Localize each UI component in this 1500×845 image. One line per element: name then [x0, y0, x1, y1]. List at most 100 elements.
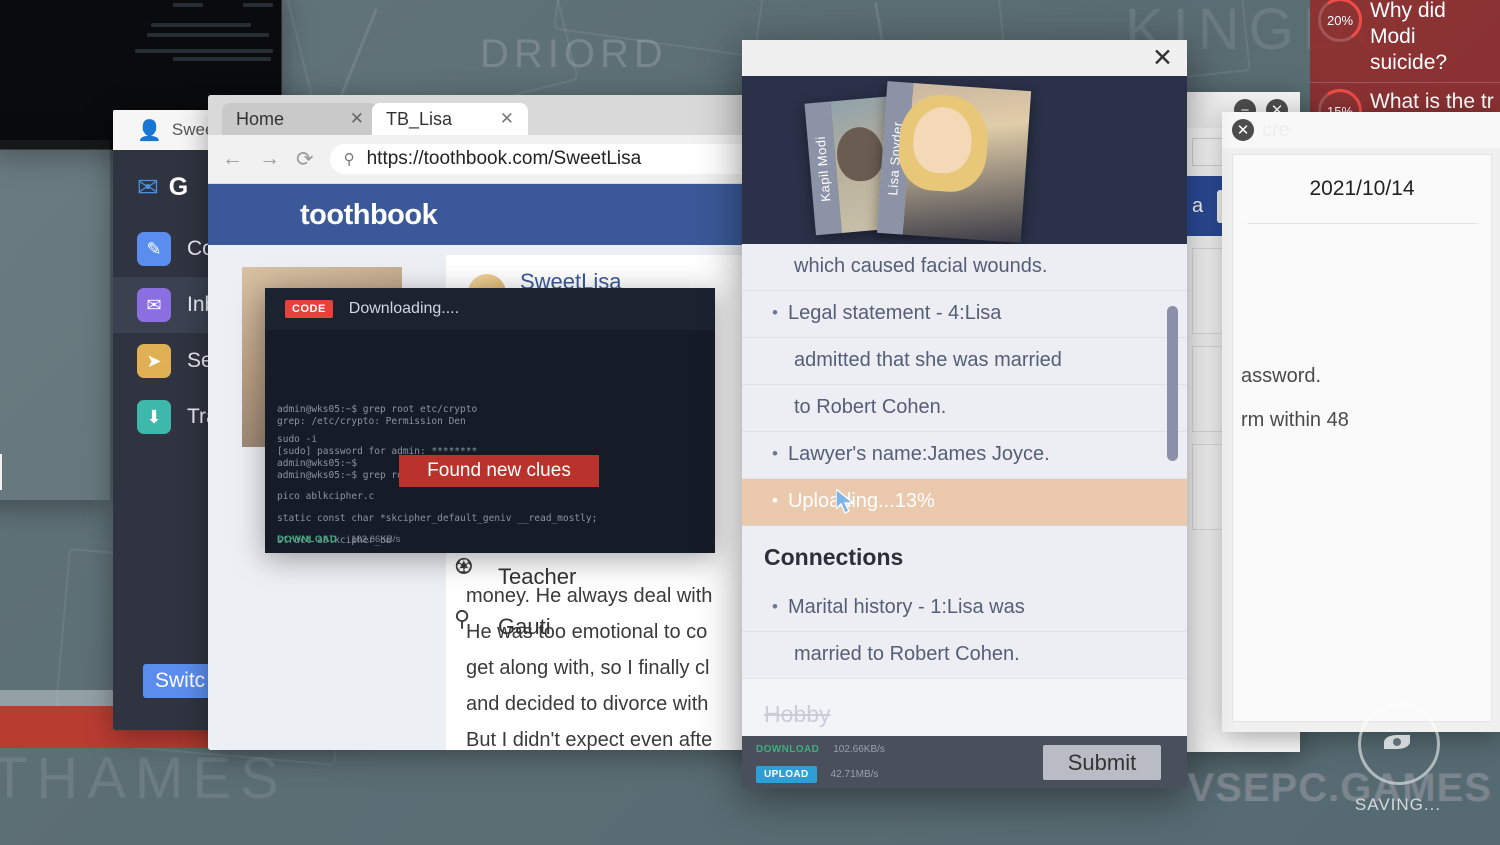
progress-dial: 20% — [1318, 0, 1362, 42]
download-speed: 102.66KB/s — [833, 744, 885, 755]
browser-tabstrip: Home ✕ TB_Lisa ✕ — [208, 95, 768, 135]
download-terminal-popup[interactable]: CODE Downloading.... admin@wks05:~$ grep… — [265, 288, 715, 553]
terminal-line — [135, 49, 273, 53]
clue-row[interactable]: • Lawyer's name:James Joyce. — [742, 432, 1187, 479]
clue-row[interactable]: which caused facial wounds. — [742, 244, 1187, 291]
address-bar[interactable]: ⚲ https://toothbook.com/SweetLisa — [329, 144, 754, 174]
location-person-icon[interactable]: ⚲ — [454, 606, 474, 632]
clue-text: Lawyer's name:James Joyce. — [787, 443, 1050, 465]
inbox-icon: ✉ — [137, 288, 171, 322]
tool-window-partial-label: a — [1192, 194, 1204, 217]
person-label: Gauti — [498, 614, 551, 639]
bullet-icon: • — [772, 303, 778, 322]
search-icon: ⚲ — [343, 151, 355, 168]
clue-row[interactable]: to Robert Cohen. — [742, 385, 1187, 432]
reload-icon[interactable]: ⟳ — [296, 147, 314, 172]
clue-list-scrollbar[interactable] — [1167, 306, 1178, 461]
map-label-thames: THAMES — [0, 746, 288, 811]
forward-icon[interactable]: → — [259, 147, 280, 171]
quiz-question: Why did Modi suicide? — [1370, 0, 1448, 74]
tab-label: TB_Lisa — [386, 108, 453, 129]
person-gauti[interactable]: Gauti — [498, 614, 551, 640]
person-label: Teacher — [498, 564, 577, 589]
clue-text: which caused facial wounds. — [794, 255, 1048, 277]
site-watermark: VSEPC.GAMES — [1187, 766, 1492, 810]
left-document-window[interactable]: d of ransom agencies, ce tion systems . … — [0, 140, 110, 500]
tab-home[interactable]: Home ✕ — [222, 103, 378, 135]
back-icon[interactable]: ← — [222, 147, 243, 171]
left-document-close-button[interactable]: o close — [0, 454, 2, 490]
post-line: But I didn't expect even afte — [466, 729, 713, 750]
clue-photo-strip: Kapil Modi Lisa Snyder — [742, 76, 1187, 244]
download-speed: 102.66KB/s — [351, 534, 401, 545]
left-document-line: d of ransom — [0, 148, 110, 187]
close-icon[interactable]: ✕ — [500, 109, 514, 129]
person-teacher[interactable]: Teacher — [498, 564, 576, 590]
submit-button[interactable]: Submit — [1043, 745, 1161, 780]
address-bar-value: https://toothbook.com/SweetLisa — [366, 148, 642, 169]
right-document-line: rm within 48 — [1241, 409, 1349, 431]
upload-speed: 42.71MB/s — [830, 769, 879, 780]
switch-account-button[interactable]: Switc — [143, 664, 218, 698]
download-terminal-body: admin@wks05:~$ grep root etc/crypto grep… — [265, 330, 715, 553]
clue-list[interactable]: which caused facial wounds. • Legal stat… — [742, 244, 1187, 736]
photo-card-lisa-snyder[interactable]: Lisa Snyder — [876, 81, 1032, 243]
left-document-line: tion systems — [0, 226, 110, 265]
terminal-line: admin@wks05:~$ — [277, 458, 358, 469]
upload-label: UPLOAD — [756, 766, 817, 783]
terminal-line: admin@wks05:~$ grep root etc/crypto — [277, 404, 478, 415]
left-document-line: s also crash — [0, 304, 110, 343]
terminal-line — [147, 33, 269, 37]
upload-progress-text: Uploading...13% — [787, 490, 935, 512]
photo-name: Kapil Modi — [812, 134, 834, 202]
clue-row[interactable]: • Legal statement - 4:Lisa — [742, 291, 1187, 338]
tie-icon[interactable]: ♼ — [454, 554, 474, 580]
right-document-date: 2021/10/14 — [1309, 177, 1415, 200]
clue-row[interactable]: admitted that she was married — [742, 338, 1187, 385]
terminal-line: static const char *skcipher_default_geni… — [277, 513, 598, 524]
close-icon[interactable]: ✕ — [350, 109, 364, 129]
tab-tb-lisa[interactable]: TB_Lisa ✕ — [372, 103, 528, 135]
terminal-line: pico ablkcipher.c — [277, 491, 375, 502]
left-document-line: . The server — [0, 265, 110, 304]
connection-text: Marital history - 1:Lisa was — [787, 596, 1025, 618]
terminal-line — [151, 23, 251, 27]
section-connections: Connections — [742, 526, 1187, 585]
sent-icon: ➤ — [137, 344, 171, 378]
left-document-lines: d of ransom agencies, ce tion systems . … — [0, 140, 110, 382]
close-icon[interactable]: ✕ — [1232, 119, 1254, 141]
tab-label: Home — [236, 108, 285, 129]
connection-text: married to Robert Cohen. — [794, 643, 1020, 665]
terminal-line — [243, 3, 273, 7]
download-status-text: Downloading.... — [348, 300, 460, 317]
eye-icon — [1384, 735, 1410, 749]
clue-text: to Robert Cohen. — [794, 396, 947, 418]
connection-row[interactable]: • Marital history - 1:Lisa was — [742, 585, 1187, 632]
found-new-clues-banner: Found new clues — [399, 455, 599, 487]
post-line: get along with, so I finally cl — [466, 657, 710, 679]
browser-toolbar: ← → ⟳ ⚲ https://toothbook.com/SweetLisa — [208, 135, 768, 184]
terminal-line — [173, 57, 271, 61]
close-icon[interactable]: ✕ — [1152, 45, 1173, 71]
left-document-line: agencies, ce — [0, 187, 110, 226]
download-label: DOWNLOAD — [277, 534, 338, 545]
clue-dialog-statusbar: DOWNLOAD 102.66KB/s UPLOAD 42.71MB/s Sub… — [742, 736, 1187, 788]
bullet-icon: • — [772, 491, 778, 510]
connection-row[interactable]: married to Robert Cohen. — [742, 632, 1187, 679]
download-status-row: DOWNLOAD 102.66KB/s — [277, 534, 400, 545]
download-status-row: DOWNLOAD 102.66KB/s — [756, 744, 885, 755]
right-document-sheet: 2021/10/14 assword. rm within 48 — [1232, 154, 1492, 722]
clue-dialog-titlebar: ✕ — [742, 40, 1187, 76]
bullet-icon: • — [772, 444, 778, 463]
user-icon: 👤 — [137, 119, 162, 142]
bullet-icon: • — [772, 597, 778, 616]
clue-text: Legal statement - 4:Lisa — [787, 302, 1002, 324]
right-document-titlebar: ✕ cre — [1222, 112, 1500, 148]
left-document-line: ckup produ — [0, 343, 110, 382]
code-badge: CODE — [285, 300, 333, 318]
quiz-item[interactable]: 20% Why did Modi suicide? — [1310, 0, 1500, 83]
map-label-driord: DRIORD — [480, 32, 668, 76]
clue-row-uploading[interactable]: • Uploading...13% — [742, 479, 1187, 526]
right-document-window[interactable]: ✕ cre 2021/10/14 assword. rm within 48 — [1222, 112, 1500, 732]
clue-dialog[interactable]: ✕ Kapil Modi Lisa Snyder which caused fa… — [742, 40, 1187, 788]
